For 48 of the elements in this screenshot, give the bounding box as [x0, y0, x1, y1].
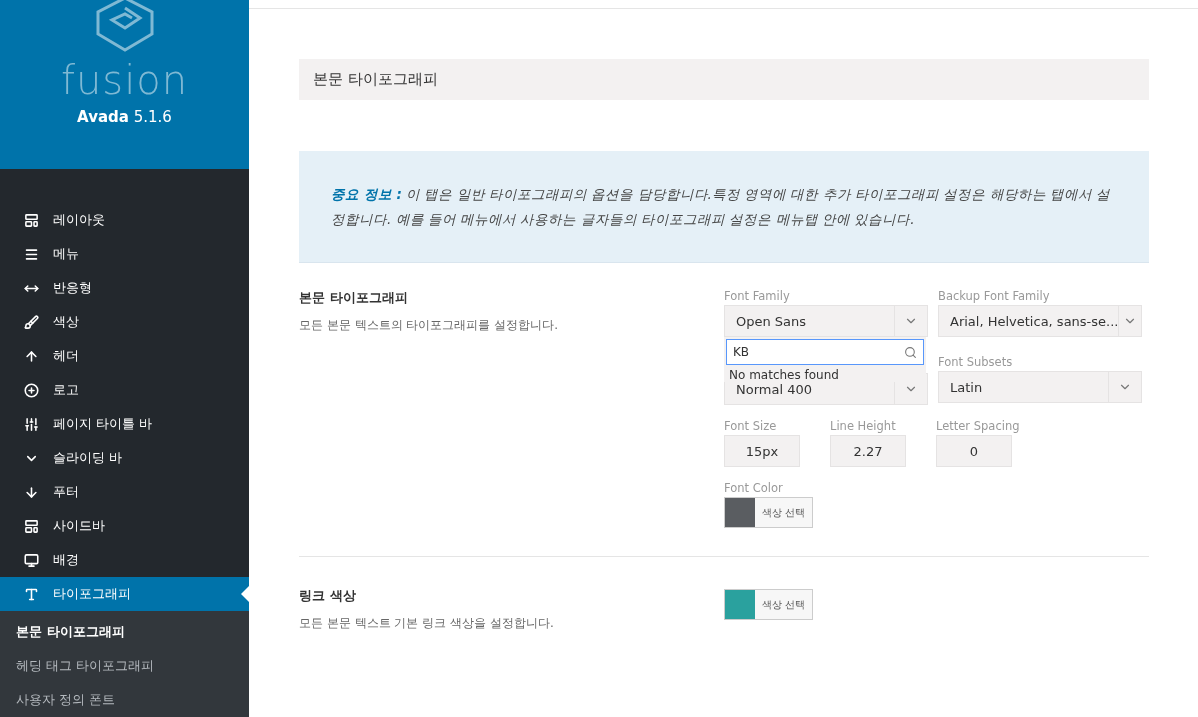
sidebar-item[interactable]: 반응형	[0, 271, 249, 305]
menu-icon	[24, 246, 39, 262]
product-version: Avada 5.1.6	[77, 108, 172, 126]
backup-font-select[interactable]: Arial, Helvetica, sans-se...	[938, 305, 1142, 337]
submenu-item[interactable]: 헤딩 태그 타이포그래피	[0, 649, 249, 683]
submenu-item[interactable]: 사용자 정의 폰트	[0, 683, 249, 717]
sidebar-item[interactable]: 페이지 타이틀 바	[0, 407, 249, 441]
field-label: Line Height	[830, 419, 897, 433]
notice-text: 중요 정보 : 이 탭은 일반 타이포그래피의 옵션을 담당합니다.특정 영역에 대한 추가 타이포그래피 설정은 해당하는 탭에서 설정합니다. 예를 들어 메뉴에서 사용하는 글자들의 타이포그래피 설정은 메뉴탭 안에 있습니다.	[299, 151, 1149, 263]
sidebar-item[interactable]: 헤더	[0, 339, 249, 373]
color-picker-button[interactable]: 색상 선택	[724, 497, 814, 528]
field-label: Font Size	[724, 419, 778, 433]
field-label: Letter Spacing	[936, 419, 1020, 433]
value-field[interactable]: 0	[936, 435, 1012, 467]
field-label: Backup Font Family	[938, 289, 1051, 303]
section-description: 모든 본문 텍스트의 타이포그래피를 설정합니다.	[299, 317, 560, 334]
page-title: 본문 타이포그래피	[299, 59, 1149, 100]
monitor-icon	[24, 552, 39, 568]
font-subsets-select[interactable]: Latin	[938, 371, 1142, 403]
logo-text: fusion	[60, 60, 189, 100]
sidebar-item[interactable]: 배경	[0, 543, 249, 577]
sidebar-item[interactable]: 슬라이딩 바	[0, 441, 249, 475]
layout-icon	[24, 212, 39, 228]
section-title: 본문 타이포그래피	[299, 289, 409, 307]
sidebar-item[interactable]: 타이포그래피	[0, 577, 249, 611]
search-icon	[904, 345, 917, 359]
section-title: 링크 색상	[299, 587, 357, 605]
section-description: 모든 본문 텍스트 기본 링크 색상을 설정합니다.	[299, 615, 555, 632]
sidebar-item[interactable]: 로고	[0, 373, 249, 407]
sidebar-item[interactable]: 푸터	[0, 475, 249, 509]
field-label: Font Family	[724, 289, 791, 303]
sidebar-item[interactable]: 레이아웃	[0, 203, 249, 237]
plus-circle-icon	[24, 382, 39, 398]
sliders-icon	[24, 416, 39, 432]
value-field[interactable]: 2.27	[830, 435, 906, 467]
field-label: Font Subsets	[938, 355, 1014, 369]
brush-icon	[24, 314, 39, 330]
search-field[interactable]: KB	[726, 339, 924, 365]
color-picker-button[interactable]: 색상 선택	[724, 589, 814, 620]
sidebar-item[interactable]: 메뉴	[0, 237, 249, 271]
value-field[interactable]: 15px	[724, 435, 800, 467]
field-label: Font Color	[724, 481, 784, 495]
submenu-item[interactable]: 본문 타이포그래피	[0, 615, 249, 649]
sidebar-item[interactable]: 색상	[0, 305, 249, 339]
layout-icon	[24, 518, 39, 534]
sidebar-item[interactable]: 사이드바	[0, 509, 249, 543]
font-family-select[interactable]: Open Sans	[724, 305, 928, 337]
type-icon	[24, 586, 39, 602]
